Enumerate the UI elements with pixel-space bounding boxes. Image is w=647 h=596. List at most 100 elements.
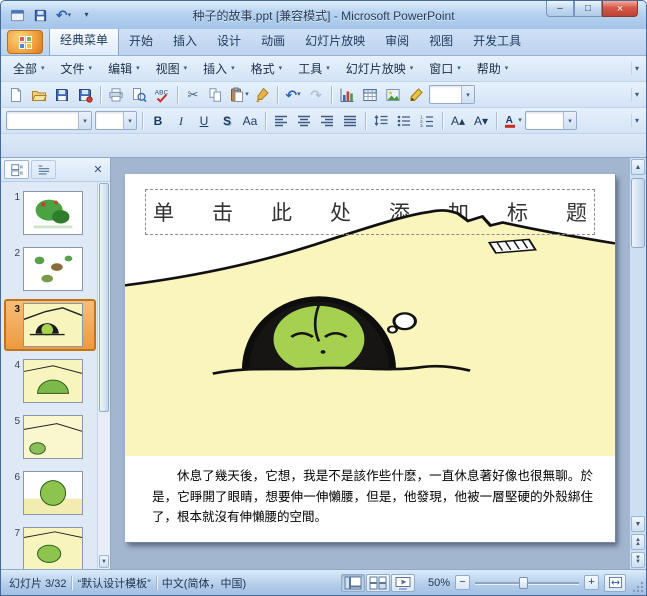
insert-picture-button[interactable] (382, 84, 404, 106)
menu-全部[interactable]: 全部 ▾ (5, 57, 53, 80)
panel-scroll-track[interactable] (99, 183, 109, 553)
zoom-out-button[interactable]: − (455, 575, 470, 590)
tab-设计[interactable]: 设计 (207, 28, 251, 55)
bullets-button[interactable] (393, 110, 415, 132)
insert-chart-button[interactable] (336, 84, 358, 106)
panel-scroll-thumb[interactable] (99, 183, 109, 413)
slide-thumbnail-4[interactable]: 4 (4, 355, 96, 407)
bold-button[interactable]: B (147, 110, 169, 132)
align-center-button[interactable] (293, 110, 315, 132)
increase-font-button[interactable]: A▴ (447, 110, 469, 132)
font-size-combo[interactable]: ▾ (94, 110, 138, 132)
menu-视图[interactable]: 视图 ▾ (148, 57, 196, 80)
menu-文件[interactable]: 文件 ▾ (53, 57, 101, 80)
close-button[interactable]: × (602, 1, 638, 17)
scroll-thumb[interactable] (631, 178, 645, 248)
panel-scroll-down-icon[interactable]: ▼ (99, 555, 109, 568)
slide-thumbnail-3[interactable]: 3 (4, 299, 96, 351)
slide-body-text[interactable]: 休息了幾天後，它想，我是不是該作些什麽，一直休息著好像也很無聊。於是，它睜開了眼… (152, 466, 593, 527)
zoom-in-button[interactable]: + (584, 575, 599, 590)
slide-editing-area[interactable]: 单击此处添加标题 休息了幾天後，它想，我是不是該作些什麽，一直休息著好像也很無聊… (111, 158, 629, 569)
slide-sorter-button[interactable] (366, 573, 390, 592)
quick-save-button[interactable] (30, 6, 51, 25)
menu-帮助[interactable]: 帮助 ▾ (469, 57, 517, 80)
scroll-up-icon[interactable]: ▲ (631, 159, 645, 175)
style-combo[interactable]: ▾ (524, 110, 578, 132)
menu-编辑[interactable]: 编辑 ▾ (100, 57, 148, 80)
qat-customize-button[interactable]: ▾ (76, 6, 97, 25)
tab-开发工具[interactable]: 开发工具 (463, 28, 531, 55)
outline-tab[interactable] (31, 160, 56, 179)
menu-工具[interactable]: 工具 ▾ (290, 57, 338, 80)
zoom-slider-handle[interactable] (518, 577, 528, 589)
underline-button[interactable]: U (193, 110, 215, 132)
spelling-button[interactable]: ABC (151, 84, 173, 106)
slide-thumbnail-5[interactable]: 5 (4, 411, 96, 463)
shadow-button[interactable]: S (216, 110, 238, 132)
scroll-track[interactable] (631, 176, 645, 515)
close-panel-icon[interactable]: ✕ (89, 161, 107, 178)
slides-tab[interactable] (4, 160, 29, 179)
align-left-button[interactable] (270, 110, 292, 132)
quick-undo-button[interactable]: ↶ ▾ (53, 6, 74, 25)
copy-button[interactable] (205, 84, 227, 106)
toolbar-options-button[interactable]: ▾ (630, 114, 642, 127)
align-right-button[interactable] (316, 110, 338, 132)
menu-格式[interactable]: 格式 ▾ (243, 57, 291, 80)
open-button[interactable] (28, 84, 50, 106)
resize-grip[interactable] (631, 571, 646, 595)
change-case-button[interactable]: Aa (239, 110, 261, 132)
slide-thumbnail-1[interactable]: 1 (4, 187, 96, 239)
menu-插入[interactable]: 插入 ▾ (195, 57, 243, 80)
zoom-level-label[interactable]: 50% (420, 577, 450, 589)
tab-视图[interactable]: 视图 (419, 28, 463, 55)
format-painter-button[interactable] (251, 84, 273, 106)
slide-canvas[interactable]: 单击此处添加标题 休息了幾天後，它想，我是不是該作些什麽，一直休息著好像也很無聊… (125, 174, 615, 542)
title-placeholder[interactable] (145, 189, 595, 235)
zoom-combo[interactable]: ▾ (428, 84, 476, 106)
print-button[interactable] (105, 84, 127, 106)
numbering-button[interactable]: 1. 2. 3. (416, 110, 438, 132)
menu-options-button[interactable]: ▾ (630, 62, 642, 75)
design-template-label[interactable]: “默认设计模板” (77, 575, 150, 591)
slide-thumbnail-6[interactable]: 6 (4, 467, 96, 519)
print-preview-button[interactable] (128, 84, 150, 106)
save-as-button[interactable] (74, 84, 96, 106)
scroll-down-icon[interactable]: ▼ (631, 516, 645, 532)
save-button[interactable] (51, 84, 73, 106)
insert-table-button[interactable] (359, 84, 381, 106)
italic-button[interactable]: I (170, 110, 192, 132)
decrease-font-button[interactable]: A▾ (470, 110, 492, 132)
tab-经典菜单[interactable]: 经典菜单 (49, 26, 120, 55)
tab-动画[interactable]: 动画 (251, 28, 295, 55)
slideshow-button[interactable] (391, 573, 415, 592)
menu-窗口[interactable]: 窗口 ▾ (421, 57, 469, 80)
tab-幻灯片放映[interactable]: 幻灯片放映 (295, 28, 375, 55)
zoom-slider[interactable] (475, 575, 579, 590)
font-color-button[interactable]: A ▾ (501, 110, 523, 132)
panel-scrollbar[interactable]: ▼ (97, 182, 110, 569)
cut-button[interactable]: ✂ (182, 84, 204, 106)
normal-view-button[interactable] (341, 573, 365, 592)
slide-thumbnail-2[interactable]: 2 (4, 243, 96, 295)
tab-审阅[interactable]: 审阅 (375, 28, 419, 55)
new-presentation-button[interactable] (5, 84, 27, 106)
paste-button[interactable]: ▾ (228, 84, 250, 106)
maximize-button[interactable]: □ (574, 1, 602, 17)
menu-幻灯片放映[interactable]: 幻灯片放映 ▾ (338, 57, 422, 80)
office-button[interactable] (7, 30, 43, 54)
toolbar-options-button[interactable]: ▾ (630, 88, 642, 101)
fit-to-window-button[interactable] (604, 573, 626, 592)
line-spacing-button[interactable] (370, 110, 392, 132)
next-slide-button[interactable]: ▼ ▼ (631, 552, 645, 568)
vertical-scrollbar[interactable]: ▲ ▼ ▲ ▲ ▼ ▼ (629, 158, 646, 569)
previous-slide-button[interactable]: ▲ ▲ (631, 534, 645, 550)
undo-button[interactable]: ↶ ▾ (282, 84, 304, 106)
justify-button[interactable] (339, 110, 361, 132)
minimize-button[interactable]: – (546, 1, 574, 17)
font-name-combo[interactable]: ▾ (5, 110, 93, 132)
tab-开始[interactable]: 开始 (119, 28, 163, 55)
slide-thumbnail-7[interactable]: 7 (4, 523, 96, 569)
language-label[interactable]: 中文(简体，中国) (162, 575, 246, 591)
tab-插入[interactable]: 插入 (163, 28, 207, 55)
